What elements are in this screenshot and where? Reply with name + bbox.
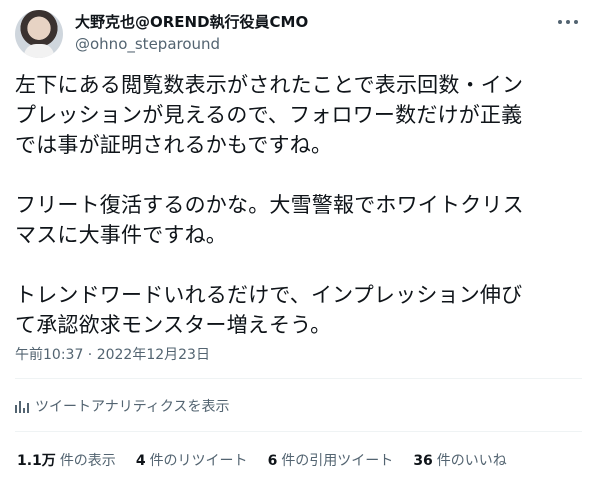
- tweet-header: 大野克也@OREND執行役員CMO @ohno_steparound: [15, 10, 582, 58]
- tweet-line: では事が証明されるかもですね。: [15, 133, 333, 157]
- tweet-stats: 1.1万 件の表示 4 件のリツイート 6 件の引用ツイート 36 件のいいね: [17, 450, 507, 470]
- divider: [15, 431, 582, 432]
- stat-label: 件の表示: [59, 453, 116, 469]
- analytics-bars-icon: [15, 400, 29, 413]
- display-name[interactable]: 大野克也@OREND執行役員CMO: [75, 12, 308, 32]
- tweet-timestamp[interactable]: 午前10:37 · 2022年12月23日: [15, 344, 210, 364]
- stat-quote-tweets[interactable]: 6 件の引用ツイート: [268, 450, 394, 470]
- stat-retweets[interactable]: 4 件のリツイート: [136, 450, 248, 470]
- stat-label: 件のリツイート: [149, 453, 248, 469]
- stat-count: 36: [413, 453, 433, 469]
- more-horizontal-icon[interactable]: [556, 14, 580, 30]
- view-analytics-link[interactable]: ツイートアナリティクスを表示: [15, 396, 229, 416]
- tweet-line: プレッションが見えるので、フォロワー数だけが正義: [15, 103, 523, 127]
- stat-views[interactable]: 1.1万 件の表示: [17, 450, 116, 470]
- stat-label: 件の引用ツイート: [281, 453, 394, 469]
- analytics-label: ツイートアナリティクスを表示: [35, 399, 230, 415]
- tweet-line: 左下にある閲覧数表示がされたことで表示回数・イン: [15, 73, 524, 97]
- stat-label: 件のいいね: [436, 453, 507, 469]
- stat-count: 6: [267, 453, 278, 469]
- tweet-line: トレンドワードいれるだけで、インプレッション伸び: [15, 283, 523, 307]
- tweet-text: 左下にある閲覧数表示がされたことで表示回数・イン プレッションが見えるので、フォ…: [15, 70, 582, 340]
- stat-count: 4: [135, 453, 146, 469]
- tweet-line: て承認欲求モンスター増えそう。: [15, 313, 332, 337]
- stat-likes[interactable]: 36 件のいいね: [413, 450, 506, 470]
- author-names: 大野克也@OREND執行役員CMO @ohno_steparound: [75, 12, 308, 54]
- stat-count: 1.1万: [17, 453, 56, 469]
- tweet-line: マスに大事件ですね。: [15, 223, 227, 247]
- divider: [15, 378, 582, 379]
- tweet-line: フリート復活するのかな。大雪警報でホワイトクリス: [15, 193, 524, 217]
- user-handle[interactable]: @ohno_steparound: [75, 34, 308, 54]
- avatar[interactable]: [15, 10, 63, 58]
